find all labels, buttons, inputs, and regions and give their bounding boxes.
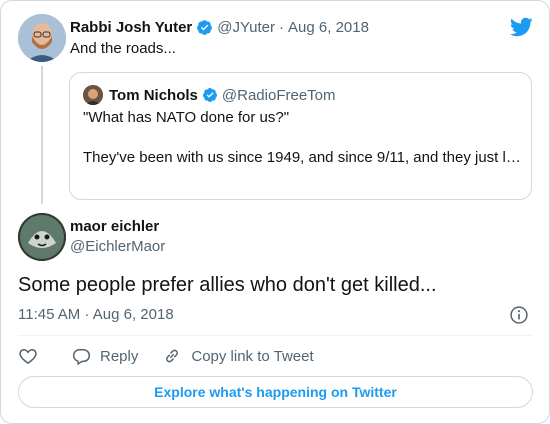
parent-author-name[interactable]: Rabbi Josh Yuter <box>70 19 192 36</box>
person-avatar-image <box>18 14 66 62</box>
reply-button[interactable]: Reply <box>71 346 138 366</box>
verified-badge-icon <box>202 88 217 102</box>
reply-label: Reply <box>100 347 139 365</box>
main-author-handle[interactable]: @EichlerMaor <box>70 237 165 257</box>
quoted-text-line: They've been with us since 1949, and sin… <box>83 149 523 166</box>
twitter-logo-icon[interactable] <box>509 15 533 39</box>
thread-connector-line <box>41 66 43 204</box>
header-separator: · <box>279 18 285 36</box>
quoted-author-handle: @RadioFreeTom <box>221 86 336 104</box>
copy-link-button[interactable]: Copy link to Tweet <box>162 346 314 366</box>
quoted-author-name: Tom Nichols <box>109 86 198 104</box>
copy-link-label: Copy link to Tweet <box>191 347 314 365</box>
main-author-name[interactable]: maor eichler <box>70 217 159 237</box>
embedded-tweet-card: Rabbi Josh Yuter @JYuter · Aug 6, 2018 A… <box>0 0 550 424</box>
animal-avatar-image <box>18 213 66 261</box>
tweet-actions-bar: Reply Copy link to Tweet <box>18 345 314 367</box>
quoted-tweet[interactable]: Tom Nichols @RadioFreeTom "What has NATO… <box>69 72 532 200</box>
reply-bubble-icon <box>72 349 91 366</box>
parent-author-avatar[interactable] <box>18 14 66 62</box>
parent-author-handle[interactable]: @JYuter <box>217 19 275 36</box>
explore-twitter-button[interactable]: Explore what's happening on Twitter <box>18 376 533 408</box>
parent-tweet-header: Rabbi Josh Yuter @JYuter · Aug 6, 2018 <box>70 16 369 38</box>
main-author-avatar[interactable] <box>18 213 66 261</box>
parent-tweet-date[interactable]: Aug 6, 2018 <box>288 19 369 36</box>
heart-icon <box>19 348 37 364</box>
quoted-tweet-text: "What has NATO done for us?" They've bee… <box>83 108 523 168</box>
verified-badge-icon <box>197 19 213 35</box>
tweet-timestamp[interactable]: 11:45 AM · Aug 6, 2018 <box>18 305 174 325</box>
like-button[interactable] <box>18 346 38 366</box>
quoted-tweet-header: Tom Nichols @RadioFreeTom <box>109 84 336 106</box>
main-tweet-text: Some people prefer allies who don't get … <box>18 274 437 296</box>
link-icon <box>166 349 179 363</box>
parent-tweet-text: And the roads... <box>70 40 176 57</box>
quoted-text-line: "What has NATO done for us?" <box>83 109 290 126</box>
action-divider <box>18 335 532 336</box>
quoted-author-avatar <box>83 85 103 105</box>
info-icon[interactable] <box>509 305 529 325</box>
person-avatar-image <box>83 85 103 105</box>
